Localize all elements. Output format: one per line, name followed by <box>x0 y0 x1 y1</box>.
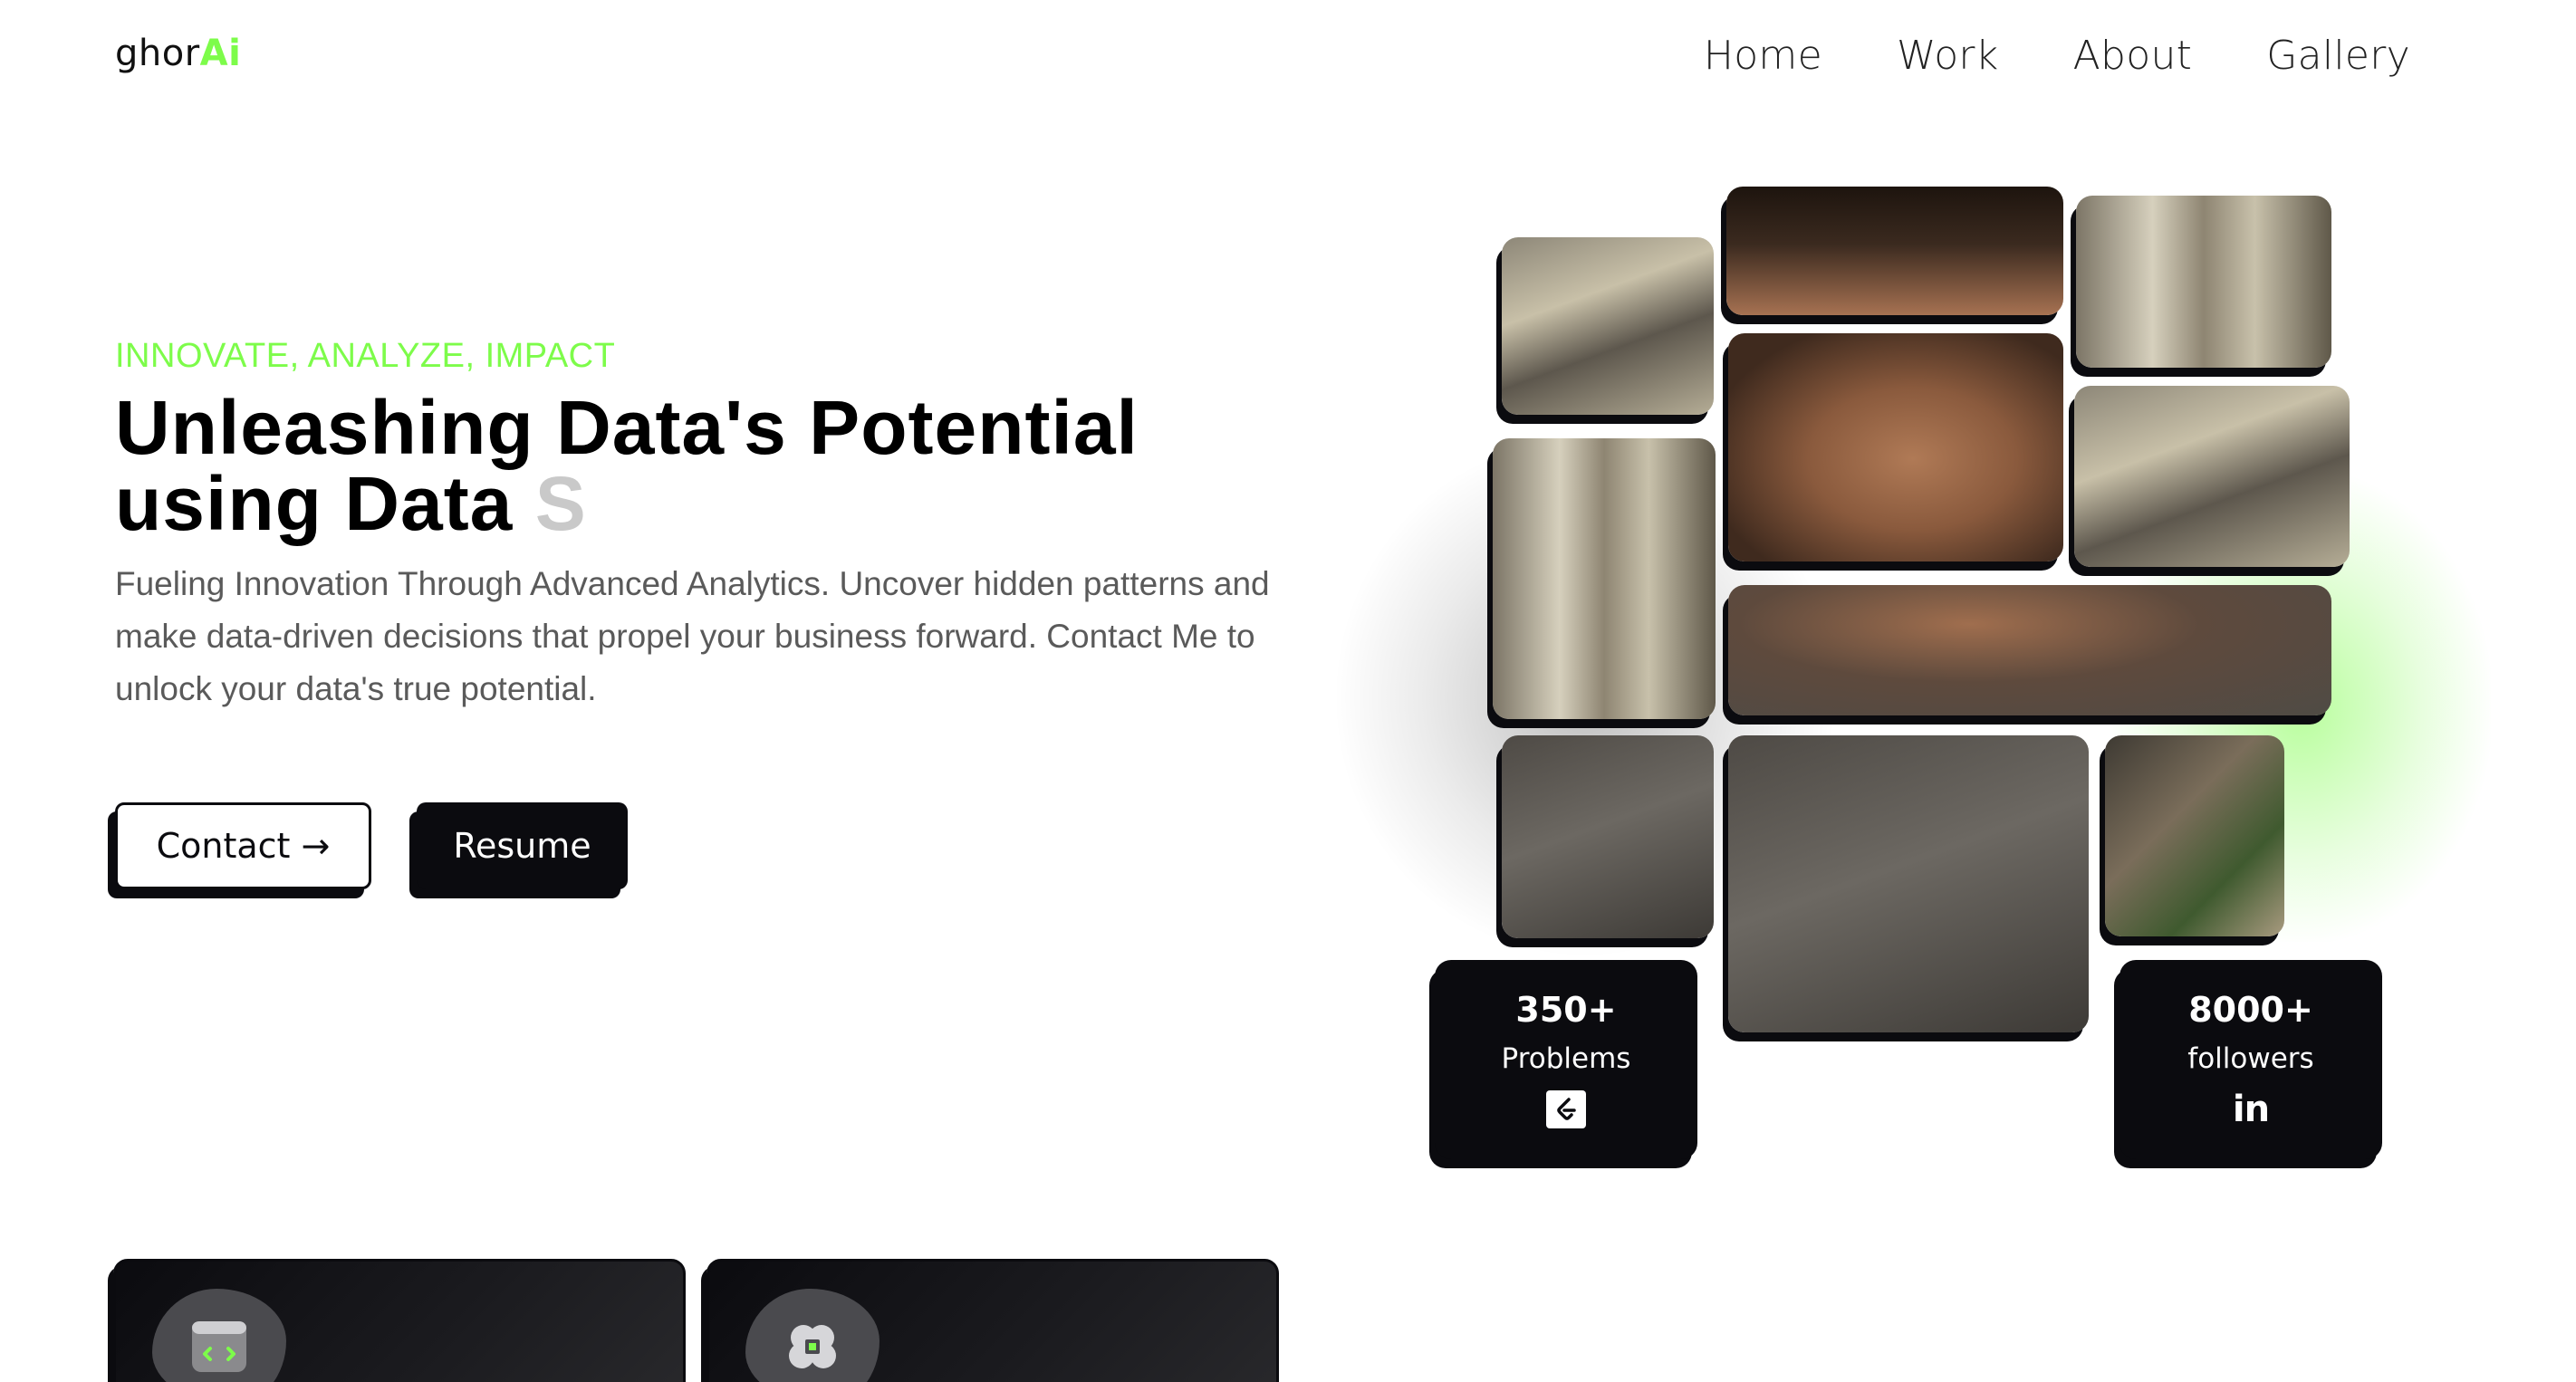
brain-chip-icon <box>789 1325 836 1368</box>
main-nav: Home Work About Gallery <box>1704 33 2410 79</box>
headline-line-2: using Data <box>115 461 514 546</box>
hero-headline: Unleashing Data's Potential using Data S <box>115 389 1338 542</box>
service-icon-blob <box>745 1289 879 1382</box>
logo-main-text: ghor <box>115 33 200 74</box>
stat-label: followers <box>2187 1042 2314 1075</box>
service-icon-blob <box>152 1289 286 1382</box>
mosaic-tile <box>1502 237 1714 415</box>
leetcode-icon[interactable] <box>1546 1090 1586 1128</box>
mosaic-tile <box>2105 735 2284 936</box>
stat-label: Problems <box>1501 1042 1631 1075</box>
headline-line-1: Unleashing Data's Potential <box>115 385 1139 470</box>
logo-accent-text: Ai <box>199 33 242 74</box>
mosaic-tile <box>1728 585 2331 715</box>
stat-value: 8000+ <box>2188 990 2313 1030</box>
nav-link-home[interactable]: Home <box>1704 33 1822 79</box>
code-window-icon <box>192 1321 246 1372</box>
resume-button[interactable]: Resume <box>417 802 628 889</box>
mosaic-tile <box>2076 196 2331 368</box>
headline-typed-text: S <box>534 461 587 546</box>
contact-button[interactable]: Contact → <box>115 802 371 889</box>
hero-tagline: INNOVATE, ANALYZE, IMPACT <box>115 337 616 375</box>
stat-card-problems[interactable]: 350+ Problems <box>1435 960 1697 1159</box>
hero-description: Fueling Innovation Through Advanced Anal… <box>115 565 1270 707</box>
nav-link-gallery[interactable]: Gallery <box>2266 33 2410 79</box>
mosaic-tile <box>2074 386 2350 567</box>
service-card[interactable] <box>113 1259 686 1382</box>
logo[interactable]: ghorAi <box>115 33 241 74</box>
mosaic-tile <box>1493 438 1716 719</box>
mosaic-tile <box>1502 735 1714 938</box>
mosaic-tile <box>1726 187 2063 315</box>
nav-link-about[interactable]: About <box>2073 33 2193 79</box>
service-card[interactable] <box>706 1259 1279 1382</box>
linkedin-icon[interactable]: in <box>2233 1089 2270 1130</box>
nav-link-work[interactable]: Work <box>1897 33 1999 79</box>
stat-card-followers[interactable]: 8000+ followers in <box>2119 960 2382 1159</box>
mosaic-tile <box>1728 333 2063 561</box>
page: ghorAi Home Work About Gallery INNOVATE,… <box>0 0 2576 1382</box>
mosaic-tile <box>1728 735 2089 1032</box>
stat-value: 350+ <box>1515 990 1617 1030</box>
